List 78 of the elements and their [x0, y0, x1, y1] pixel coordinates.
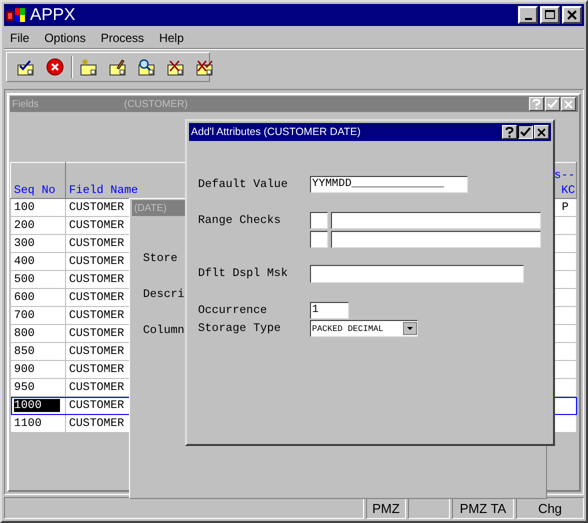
minimize-icon [524, 18, 532, 20]
menu-item[interactable]: Process [100, 31, 144, 45]
table-cell: 800 [14, 327, 35, 340]
field-label: Storage Type [198, 321, 282, 337]
field-label: Occurrence [198, 303, 268, 319]
table-cell: CUSTOMER [69, 345, 124, 358]
table-cell: 900 [14, 363, 35, 376]
input-field[interactable]: YYMMDD______________ [310, 176, 468, 193]
input-field[interactable] [310, 265, 524, 283]
table-cell: 700 [14, 309, 35, 322]
close-icon [537, 128, 546, 136]
menu-item[interactable]: File [10, 31, 30, 45]
input-field[interactable] [310, 231, 328, 248]
column-group-header: s-- [554, 169, 575, 182]
maximize-button[interactable] [540, 6, 560, 24]
table-cell: CUSTOMER [69, 201, 124, 214]
table-cell: 600 [14, 291, 35, 304]
input-field[interactable] [331, 212, 541, 229]
column-header: KC [561, 184, 575, 197]
table-cell: CUSTOMER [69, 309, 124, 322]
magnifier-card-icon[interactable] [138, 58, 156, 76]
menu-item[interactable]: Options [44, 31, 86, 45]
table-cell: CUSTOMER [69, 255, 124, 268]
cross-card-icon[interactable] [167, 58, 185, 76]
field-label: Store [143, 252, 178, 266]
help-icon [532, 98, 541, 110]
field-label: Column [143, 324, 184, 338]
table-cell: 300 [14, 237, 35, 250]
window-title: Fields [12, 98, 40, 110]
table-cell: 200 [14, 219, 35, 232]
input-field[interactable] [310, 212, 328, 229]
input-field[interactable] [331, 231, 541, 248]
ok-button[interactable] [518, 125, 533, 139]
field-label: Dflt Dspl Msk [198, 266, 289, 282]
table-cell: CUSTOMER [69, 237, 124, 250]
field-label: Default Value [198, 177, 289, 193]
table-cell: 950 [14, 381, 35, 394]
close-icon [564, 100, 573, 108]
cross-check-card-icon[interactable] [196, 58, 214, 76]
cancel-icon[interactable] [46, 58, 64, 76]
sparkle-card-icon[interactable] [80, 58, 98, 76]
table-cell: CUSTOMER [69, 291, 124, 304]
field-label: Range Checks [198, 213, 282, 229]
pencil-card-icon[interactable] [109, 58, 127, 76]
app-logo-icon [6, 7, 26, 23]
table-cell: 400 [14, 255, 35, 268]
close-button[interactable] [562, 6, 582, 24]
table-cell: 100 [14, 201, 35, 214]
table-cell: 500 [14, 273, 35, 286]
menu-item[interactable]: Help [159, 31, 184, 45]
table-cell: 850 [14, 345, 35, 358]
table-cell: 1000 [14, 399, 60, 412]
table-cell: P [562, 201, 569, 214]
window-title: APPX [30, 5, 76, 25]
table-cell: CUSTOMER [69, 363, 124, 376]
close-icon [567, 10, 577, 20]
column-header: Seq No [14, 184, 56, 197]
minimize-button[interactable] [518, 6, 538, 24]
close-button[interactable] [534, 125, 549, 139]
check-icon [547, 99, 558, 109]
help-icon [505, 126, 514, 138]
table-cell: CUSTOMER [69, 399, 124, 412]
help-button[interactable] [502, 125, 517, 139]
table-cell: 1100 [14, 417, 42, 430]
input-field[interactable]: 1 [310, 302, 349, 319]
dialog-title: Add'l Attributes (CUSTOMER DATE) [191, 126, 361, 138]
maximize-icon [545, 10, 555, 20]
check-icon [520, 127, 531, 137]
table-cell: CUSTOMER [69, 417, 124, 430]
table-cell: CUSTOMER [69, 219, 124, 232]
window-subtitle: (CUSTOMER) [124, 98, 188, 110]
dropdown[interactable]: PACKED DECIMAL [310, 320, 418, 337]
column-header: Field Name [69, 184, 138, 197]
field-label: Descri [143, 288, 184, 302]
check-card-icon[interactable] [17, 58, 35, 76]
table-cell: CUSTOMER [69, 381, 124, 394]
table-cell: CUSTOMER [69, 273, 124, 286]
table-cell: CUSTOMER [69, 327, 124, 340]
